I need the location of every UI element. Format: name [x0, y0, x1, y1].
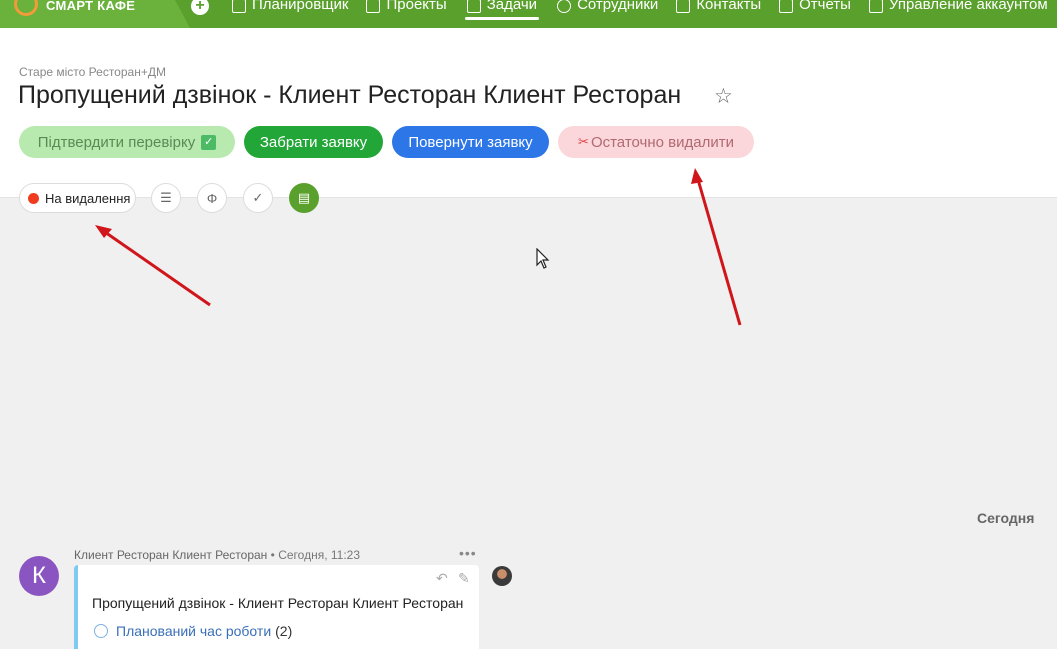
nav-item-reports[interactable]: Отчеты	[779, 0, 851, 24]
nav-item-label: Отчеты	[799, 0, 851, 13]
logo-mark-icon	[14, 0, 38, 16]
time-icon	[94, 624, 108, 638]
account-icon	[868, 0, 883, 13]
budget-button[interactable]: Φ	[197, 183, 227, 213]
avatar[interactable]: К	[19, 556, 59, 596]
planned-time-label: Планований час роботи	[116, 623, 272, 639]
message-card: ↶ ✎ Пропущений дзвінок - Клиент Ресторан…	[74, 565, 479, 649]
message-author[interactable]: Клиент Ресторан Клиент Ресторан	[74, 548, 267, 562]
confirm-check-label: Підтвердити перевірку	[37, 133, 196, 151]
reply-icon[interactable]: ↶	[436, 570, 448, 587]
nav-item-planner[interactable]: Планировщик	[232, 0, 348, 24]
nav-item-label: Проекты	[386, 0, 447, 13]
nav-item-projects[interactable]: Проекты	[366, 0, 447, 24]
take-request-label: Забрати заявку	[259, 133, 368, 151]
contacts-icon	[676, 0, 691, 13]
comment-icon: ▤	[297, 190, 311, 205]
nav-item-account[interactable]: Управление аккаунтом	[868, 0, 1048, 24]
planned-time-count: (2)	[275, 623, 293, 639]
confirm-check-button[interactable]: Підтвердити перевірку ✓	[19, 126, 235, 158]
nav-item-contacts[interactable]: Контакты	[676, 0, 761, 24]
nav-item-tasks[interactable]: Задачи	[464, 0, 540, 24]
checkbox-icon: ✓	[201, 134, 217, 150]
reports-icon	[779, 0, 794, 13]
delete-permanently-label: Остаточно видалити	[590, 133, 734, 151]
status-dot-icon	[28, 192, 39, 204]
nav-item-label: Управление аккаунтом	[888, 0, 1048, 13]
mouse-cursor-icon	[536, 248, 550, 269]
arrow-to-status	[95, 225, 211, 307]
task-header: Старе місто Ресторан+ДМ Пропущений дзвін…	[0, 28, 1057, 213]
message-meta: Клиент Ресторан Клиент Ресторан • Сегодн…	[74, 548, 360, 562]
description-button[interactable]: ☰	[151, 183, 181, 213]
main-nav: Планировщик Проекты Задачи Сотрудники Ко…	[232, 0, 1057, 24]
date-divider: Сегодня	[977, 510, 1035, 526]
nav-item-label: Сотрудники	[577, 0, 659, 13]
planned-time-link[interactable]: Планований час роботи (2)	[94, 623, 292, 639]
nav-item-label: Задачи	[486, 0, 538, 13]
return-request-label: Повернути заявку	[408, 133, 533, 151]
comments-button[interactable]: ▤	[289, 183, 319, 213]
nav-item-employees[interactable]: Сотрудники	[557, 0, 658, 24]
more-options-icon[interactable]: •••	[459, 545, 477, 561]
page-title: Пропущений дзвінок - Клиент Ресторан Кли…	[18, 81, 682, 109]
brand-name: СМАРТ КАФЕ	[46, 0, 136, 13]
check-circle-icon: ✓	[252, 190, 264, 205]
checklist-button[interactable]: ✓	[243, 183, 273, 213]
nav-item-label: Контакты	[696, 0, 762, 13]
add-new-button[interactable]: +	[191, 0, 209, 15]
planner-icon	[232, 0, 246, 13]
message-text: Пропущений дзвінок - Клиент Ресторан Кли…	[92, 595, 464, 611]
edit-icon[interactable]: ✎	[458, 570, 470, 587]
delete-permanently-button[interactable]: ✂ Остаточно видалити	[558, 126, 754, 158]
star-icon[interactable]: ☆	[714, 84, 733, 109]
scissors-icon: ✂	[578, 134, 589, 149]
message-time: Сегодня, 11:23	[278, 548, 360, 562]
projects-icon	[366, 0, 381, 13]
text-lines-icon: ☰	[160, 190, 172, 205]
brand-logo[interactable]: СМАРТ КАФЕ	[0, 0, 190, 28]
employees-icon	[557, 0, 572, 13]
currency-icon: Φ	[206, 190, 218, 206]
return-request-button[interactable]: Повернути заявку	[392, 126, 549, 158]
nav-item-label: Планировщик	[252, 0, 349, 13]
take-request-button[interactable]: Забрати заявку	[244, 126, 383, 158]
meta-separator: •	[270, 548, 275, 562]
status-label: На видалення	[45, 190, 131, 206]
viewer-avatar[interactable]	[492, 566, 512, 586]
top-navigation-bar: СМАРТ КАФЕ + Планировщик Проекты Задачи …	[0, 0, 1057, 28]
breadcrumb[interactable]: Старе місто Ресторан+ДМ	[19, 65, 166, 79]
tasks-icon	[466, 0, 481, 13]
status-badge[interactable]: На видалення	[19, 183, 136, 213]
